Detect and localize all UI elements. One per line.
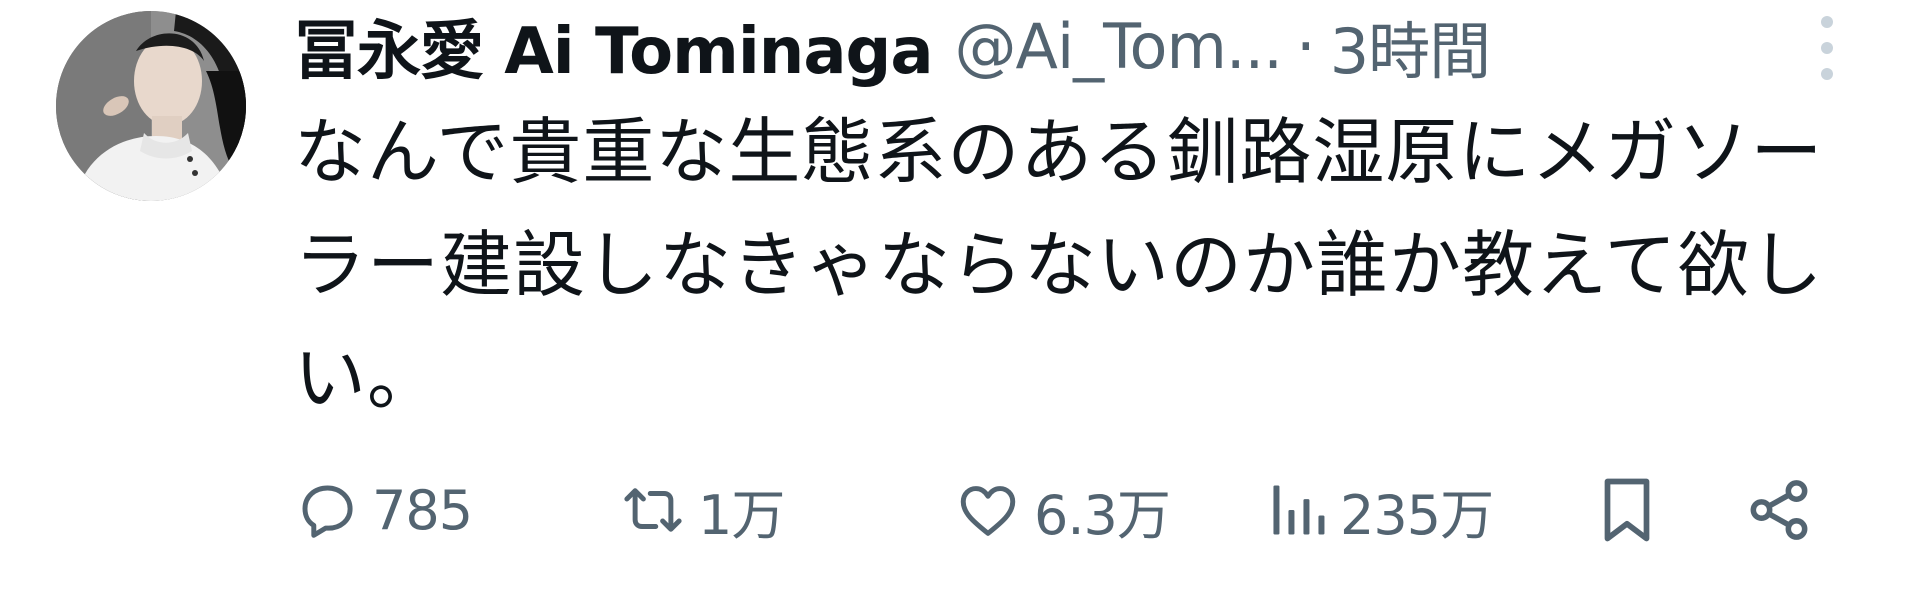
more-dot (1821, 16, 1833, 28)
tweet-header: 冨永愛 Ai Tominaga @Ai_Tom... · 3時間 (294, 0, 1774, 92)
bookmark-button[interactable] (1594, 470, 1660, 550)
retweet-icon (620, 477, 686, 543)
reply-icon (294, 477, 360, 543)
share-icon (1744, 475, 1814, 545)
like-count: 6.3万 (1034, 483, 1171, 547)
display-name[interactable]: 冨永愛 Ai Tominaga (294, 0, 934, 92)
heart-icon (954, 477, 1022, 543)
action-bar: 785 1万 6.3万 235万 (294, 470, 1834, 550)
user-handle[interactable]: @Ai_Tom... (955, 10, 1283, 83)
tweet: 冨永愛 Ai Tominaga @Ai_Tom... · 3時間 なんで貴重な生… (0, 0, 1920, 595)
timestamp[interactable]: 3時間 (1330, 1, 1491, 91)
bookmark-icon (1594, 473, 1660, 547)
more-options-icon[interactable] (1812, 16, 1842, 80)
views-button[interactable]: 235万 (1268, 470, 1494, 550)
retweet-count: 1万 (698, 483, 785, 547)
views-bar-chart-icon (1268, 477, 1328, 543)
separator-dot: · (1295, 9, 1316, 83)
avatar[interactable] (56, 11, 246, 201)
avatar-image (56, 11, 246, 201)
like-button[interactable]: 6.3万 (954, 470, 1171, 550)
views-count: 235万 (1340, 483, 1494, 547)
tweet-text: なんで貴重な生態系のある釧路湿原にメガソーラー建設しなきゃならないのか誰か教えて… (294, 110, 1824, 420)
retweet-button[interactable]: 1万 (620, 470, 785, 550)
more-dot (1821, 42, 1833, 54)
reply-count: 785 (372, 478, 473, 542)
more-dot (1821, 68, 1833, 80)
share-button[interactable] (1744, 470, 1814, 550)
reply-button[interactable]: 785 (294, 470, 473, 550)
